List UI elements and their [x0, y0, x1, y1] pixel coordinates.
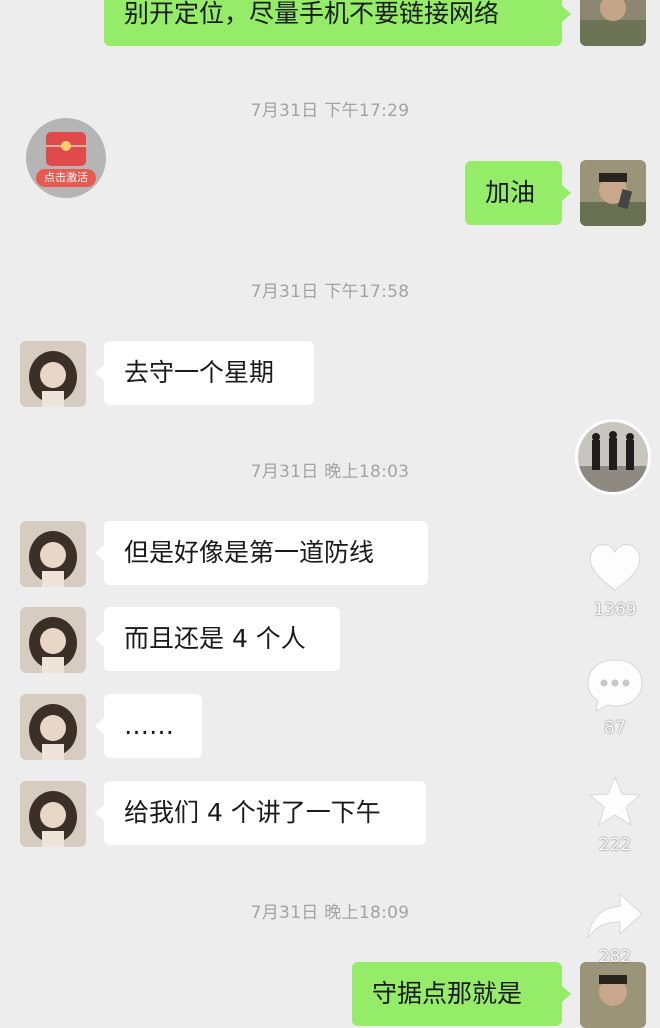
message-bubble-outgoing[interactable]: 别开定位，尽量手机不要链接网络	[104, 0, 571, 46]
sender-avatar[interactable]	[580, 160, 646, 226]
contact-avatar[interactable]	[20, 694, 86, 760]
star-icon	[588, 775, 642, 827]
message-bubble-incoming[interactable]: 但是好像是第一道防线	[95, 521, 428, 585]
heart-icon	[589, 544, 641, 591]
message-bubble-incoming[interactable]: 去守一个星期	[95, 341, 314, 405]
contact-avatar[interactable]	[20, 341, 86, 407]
timestamp: 7月31日 晚上18:09	[250, 903, 410, 923]
message-bubble-outgoing[interactable]: 守据点那就是	[352, 962, 571, 1026]
timestamp: 7月31日 下午17:29	[250, 101, 410, 121]
comment-icon	[587, 659, 643, 712]
red-packet-label: 点击激活	[36, 169, 96, 187]
sender-avatar[interactable]	[580, 962, 646, 1028]
share-icon	[587, 892, 643, 939]
contact-avatar[interactable]	[20, 781, 86, 847]
message-bubble-incoming[interactable]: ……	[95, 694, 202, 758]
red-packet-button[interactable]: 点击激活	[26, 118, 106, 198]
contact-avatar[interactable]	[20, 607, 86, 673]
message-bubble-outgoing[interactable]: 加油	[465, 161, 571, 225]
red-packet-icon	[46, 132, 86, 166]
like-count: 1369	[593, 600, 637, 620]
favorite-count: 222	[598, 835, 632, 855]
message-bubble-incoming[interactable]: 给我们 4 个讲了一下午	[95, 781, 426, 845]
timestamp: 7月31日 下午17:58	[250, 282, 410, 302]
comment-button[interactable]	[584, 655, 646, 715]
like-button[interactable]	[584, 538, 646, 596]
favorite-button[interactable]	[584, 773, 646, 831]
share-button[interactable]	[584, 888, 646, 944]
comment-count: 87	[604, 718, 626, 738]
timestamp: 7月31日 晚上18:03	[250, 462, 410, 482]
contact-avatar[interactable]	[20, 521, 86, 587]
share-count: 282	[598, 947, 632, 967]
message-bubble-incoming[interactable]: 而且还是 4 个人	[95, 607, 340, 671]
sender-avatar[interactable]	[580, 0, 646, 46]
